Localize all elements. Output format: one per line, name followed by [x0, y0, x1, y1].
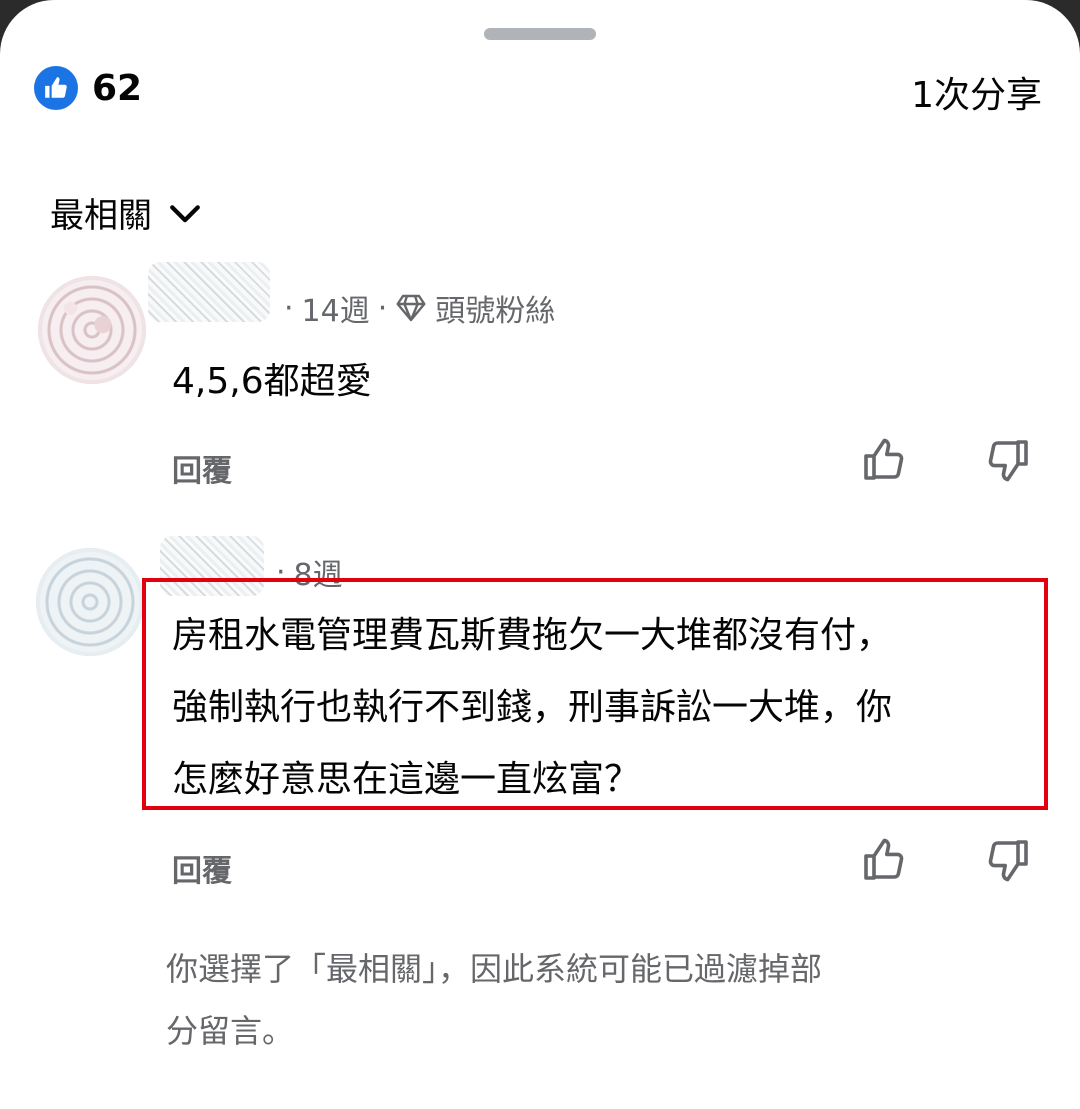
reply-button[interactable]: 回覆	[172, 446, 232, 490]
sort-label: 最相關	[50, 196, 152, 236]
chevron-down-icon	[170, 204, 200, 222]
thumbs-up-icon[interactable]	[860, 436, 908, 484]
comment-line: 強制執行也執行不到錢，刑事訴訟一大堆，你	[172, 687, 893, 728]
comment-meta: · 14週 · 頭號粉絲	[276, 286, 555, 330]
comment-text: 4,5,6都超愛	[172, 361, 372, 402]
filter-notice: 你選擇了「最相關」，因此系統可能已過濾掉部 分留言。	[166, 938, 966, 1062]
drag-handle[interactable]	[484, 28, 596, 40]
thumbs-down-icon[interactable]	[984, 836, 1032, 884]
comment-time: 14週	[301, 294, 370, 329]
comment-line: 房租水電管理費瓦斯費拖欠一大堆都沒有付，	[172, 615, 893, 656]
filter-notice-line: 你選擇了「最相關」，因此系統可能已過濾掉部	[166, 950, 823, 988]
commenter-name-redacted[interactable]	[148, 262, 270, 322]
comment-text: 房租水電管理費瓦斯費拖欠一大堆都沒有付， 強制執行也執行不到錢，刑事訴訟一大堆，…	[172, 600, 892, 816]
top-fan-badge: 頭號粉絲	[435, 294, 556, 329]
reactions-summary[interactable]: 62	[34, 66, 142, 110]
avatar[interactable]	[38, 276, 146, 384]
shares-count[interactable]: 1次分享	[911, 66, 1042, 118]
like-count: 62	[92, 67, 143, 109]
avatar[interactable]	[36, 548, 144, 656]
comment-line: 怎麼好意思在這邊一直炫富？	[172, 759, 641, 800]
like-badge-icon	[34, 66, 78, 110]
comments-sheet: 62 1次分享 最相關 · 14週 · 頭號粉絲 4,5,6都超愛 回覆 · 8…	[0, 0, 1080, 1109]
reply-button[interactable]: 回覆	[172, 846, 232, 890]
thumbs-down-icon[interactable]	[984, 436, 1032, 484]
sort-dropdown[interactable]: 最相關	[50, 188, 202, 237]
filter-notice-line: 分留言。	[166, 1012, 295, 1050]
diamond-icon	[396, 294, 426, 322]
thumbs-up-icon[interactable]	[860, 836, 908, 884]
